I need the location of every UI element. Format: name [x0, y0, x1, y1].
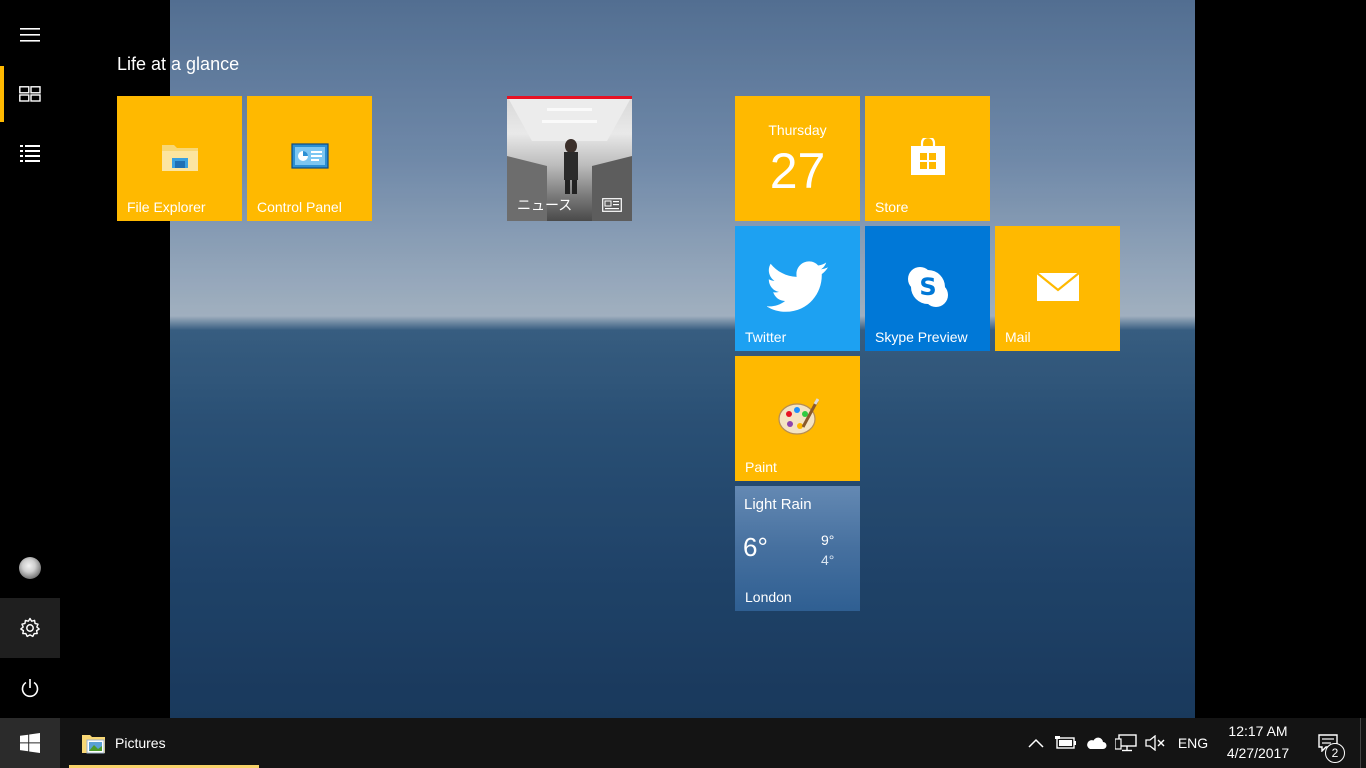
tile-control-panel[interactable]: Control Panel [247, 96, 372, 221]
tile-label: ニュース [517, 197, 573, 213]
tiles-view-icon [19, 86, 41, 102]
tile-news[interactable]: ニュース [507, 96, 632, 221]
windows-logo-icon [20, 733, 40, 753]
tile-label: Mail [1005, 329, 1031, 345]
language-label: ENG [1177, 735, 1209, 751]
weather-condition: Light Rain [744, 496, 812, 513]
battery-icon [1055, 736, 1076, 749]
notification-count-badge: 2 [1325, 743, 1345, 763]
calendar-day-name: Thursday [768, 122, 827, 138]
chevron-up-icon [1028, 738, 1044, 748]
svg-text:S: S [919, 273, 936, 301]
volume-muted-icon [1145, 735, 1165, 751]
clock-time[interactable]: 12:17 AM [1216, 723, 1300, 739]
tile-skype-preview[interactable]: S Skype Preview [865, 226, 990, 351]
tile-twitter[interactable]: Twitter [735, 226, 860, 351]
tile-paint[interactable]: Paint [735, 356, 860, 481]
hamburger-menu-button[interactable] [0, 5, 60, 65]
cloud-icon [1087, 737, 1107, 749]
gear-icon [20, 617, 40, 638]
all-apps-button[interactable] [0, 124, 60, 184]
volume-tray-button[interactable] [1143, 718, 1169, 768]
all-apps-list-icon [20, 145, 40, 162]
tile-mail[interactable]: Mail [995, 226, 1120, 351]
tile-weather[interactable]: Light Rain 6° 9° 4° London [735, 486, 860, 611]
onedrive-tray-button[interactable] [1083, 718, 1109, 768]
tile-calendar[interactable]: Thursday 27 [735, 96, 860, 221]
tile-label: Twitter [745, 329, 787, 345]
network-icon [1115, 734, 1137, 752]
hamburger-icon [20, 28, 40, 42]
weather-city: London [745, 589, 792, 605]
clock-date[interactable]: 4/27/2017 [1216, 745, 1300, 761]
taskbar-item-pictures[interactable]: Pictures [69, 718, 259, 768]
start-rail [0, 0, 60, 718]
show-desktop-button[interactable] [1360, 718, 1361, 768]
tile-label: Control Panel [257, 199, 342, 215]
tile-label: Paint [745, 459, 777, 475]
show-hidden-icons-button[interactable] [1024, 718, 1048, 768]
weather-high: 9° [821, 532, 835, 548]
news-icon [602, 198, 622, 212]
weather-low: 4° [821, 552, 835, 568]
right-black-area [1195, 0, 1366, 718]
taskbar: Pictures ENG 12:17 AM 4/27/2017 2 [0, 718, 1366, 768]
battery-tray-button[interactable] [1053, 718, 1079, 768]
tile-label: File Explorer [127, 199, 206, 215]
tiles-view-button[interactable] [0, 64, 60, 124]
avatar [19, 557, 41, 579]
weather-temperature: 6° [743, 532, 768, 562]
calendar-day-number: 27 [769, 143, 826, 199]
tile-label: Store [875, 199, 909, 215]
tile-group-title[interactable]: Life at a glance [117, 54, 239, 75]
tile-store[interactable]: Store [865, 96, 990, 221]
tile-file-explorer[interactable]: File Explorer [117, 96, 242, 221]
start-button[interactable] [0, 718, 60, 768]
network-tray-button[interactable] [1113, 718, 1139, 768]
power-button[interactable] [0, 658, 60, 718]
settings-button[interactable] [0, 598, 60, 658]
taskbar-item-label: Pictures [115, 735, 166, 751]
input-language-button[interactable]: ENG [1174, 718, 1212, 768]
user-account-button[interactable] [0, 538, 60, 598]
power-icon [21, 679, 39, 698]
news-accent-bar [507, 96, 632, 99]
pictures-folder-icon [82, 735, 105, 754]
tile-label: Skype Preview [875, 329, 968, 345]
